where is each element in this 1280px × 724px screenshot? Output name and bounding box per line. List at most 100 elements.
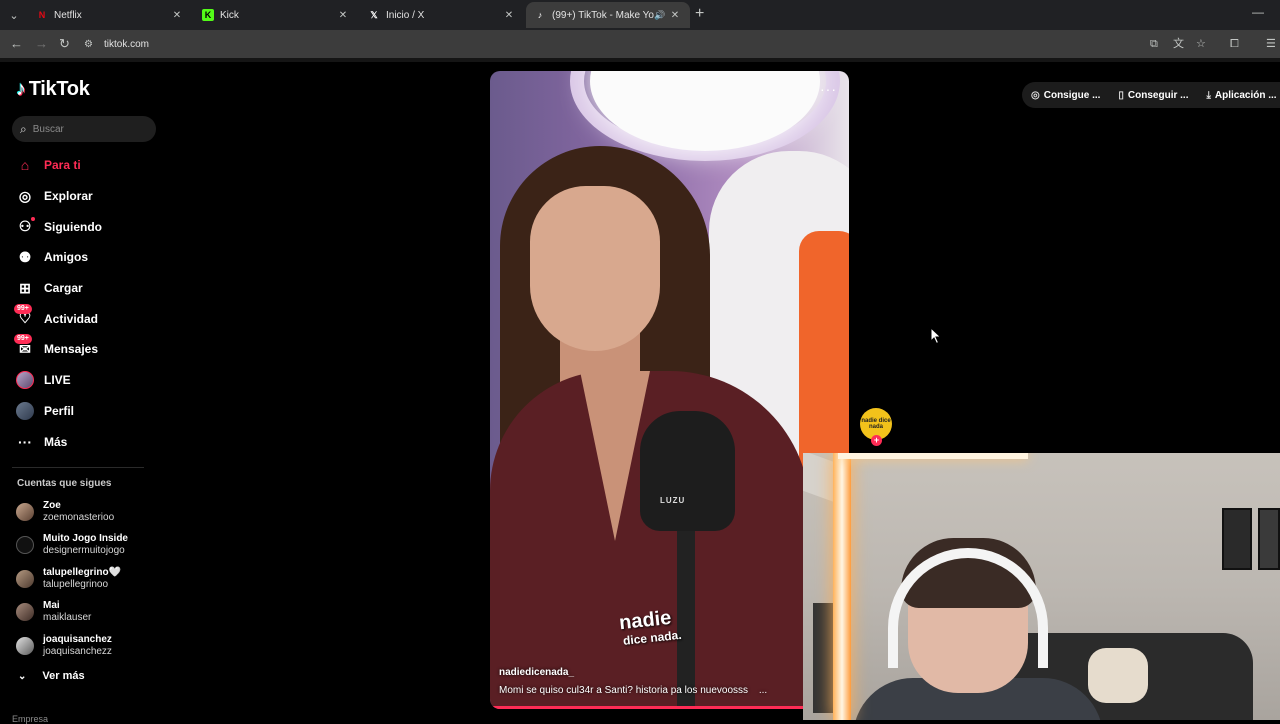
translate-icon[interactable]: 文 bbox=[1173, 37, 1184, 51]
phone-icon: ▯ bbox=[1118, 89, 1124, 101]
toolbar-divider bbox=[0, 58, 1280, 62]
back-icon[interactable]: ← bbox=[10, 36, 23, 52]
account-name: Muito Jogo Inside bbox=[43, 533, 128, 544]
sidebar-item-cargar[interactable]: ⊞ Cargar bbox=[16, 273, 156, 304]
close-icon[interactable]: ✕ bbox=[170, 10, 184, 21]
creator-avatar[interactable]: nadie dice nada + bbox=[860, 408, 892, 446]
video-author[interactable]: nadiedicenada_ bbox=[499, 667, 574, 678]
sidebar-item-para-ti[interactable]: ⌂ Para ti bbox=[16, 150, 156, 181]
close-icon[interactable]: ✕ bbox=[668, 10, 682, 21]
new-tab-icon[interactable]: + bbox=[695, 6, 704, 22]
messages-icon: ✉ 99+ bbox=[14, 334, 34, 358]
search-icon[interactable]: ⌕ bbox=[20, 122, 27, 137]
avatar bbox=[16, 536, 34, 554]
webcam-scene bbox=[1222, 508, 1252, 570]
tab-title: Netflix bbox=[54, 9, 82, 21]
speaker-icon[interactable]: 🔊 bbox=[654, 10, 668, 21]
get-app-button[interactable]: ▯ Conseguir ... bbox=[1109, 90, 1197, 101]
pill-label: Aplicación ... bbox=[1214, 89, 1277, 101]
friends-icon: ⚉ bbox=[18, 248, 32, 265]
menu-icon[interactable]: ☰ bbox=[1266, 37, 1276, 51]
close-icon[interactable]: ✕ bbox=[336, 10, 350, 21]
video-caption[interactable]: Momi se quiso cul34r a Santi? historia p… bbox=[499, 685, 767, 696]
account-username: zoemonasterioo bbox=[43, 512, 115, 523]
sidebar-item-mas[interactable]: ··· Más bbox=[16, 426, 156, 457]
upload-icon: ⊞ bbox=[19, 279, 31, 296]
followed-account[interactable]: joaquisanchez joaquisanchezz bbox=[16, 634, 156, 658]
video-scene bbox=[530, 186, 660, 351]
sidebar-item-actividad[interactable]: ♡ 99+ Actividad bbox=[14, 303, 156, 334]
extensions-icon[interactable]: ⧠ bbox=[1230, 37, 1239, 51]
more-options-icon[interactable]: ··· bbox=[820, 81, 837, 97]
webcam-overlay bbox=[803, 453, 1280, 720]
bookmark-star-icon[interactable]: ☆ bbox=[1196, 37, 1206, 51]
tab-netflix[interactable]: N Netflix ✕ bbox=[28, 2, 192, 28]
sidebar-item-label: Perfil bbox=[44, 403, 75, 418]
caption-more[interactable]: ... bbox=[759, 685, 767, 696]
followed-account[interactable]: Zoe zoemonasterioo bbox=[16, 500, 156, 524]
see-more-button[interactable]: ⌄ Ver más bbox=[18, 670, 85, 682]
download-icon: ⤓ bbox=[1206, 89, 1211, 101]
mic-logo-text: LUZU bbox=[660, 496, 686, 505]
minimize-icon[interactable]: — bbox=[1252, 5, 1264, 19]
sidebar-item-mensajes[interactable]: ✉ 99+ Mensajes bbox=[14, 334, 156, 365]
get-coins-button[interactable]: ◎ Consigue ... bbox=[1022, 90, 1109, 101]
notification-badge: 99+ bbox=[14, 303, 32, 314]
followed-account[interactable]: talupellegrino🤍 talupellegrinoo bbox=[16, 567, 156, 591]
footer-link[interactable]: Empresa bbox=[12, 714, 48, 724]
tab-search-icon[interactable]: ⌄ bbox=[4, 5, 24, 25]
site-info-icon[interactable]: ⚙ bbox=[84, 39, 104, 50]
followed-account[interactable]: Mai maiklauser bbox=[16, 600, 156, 624]
live-icon bbox=[16, 371, 34, 390]
home-icon: ⌂ bbox=[20, 157, 30, 174]
avatar bbox=[16, 570, 34, 588]
sidebar-item-label: Mensajes bbox=[44, 342, 99, 357]
tab-title: Inicio / X bbox=[386, 9, 425, 21]
tiktok-logo[interactable]: ♪ TikTok bbox=[16, 78, 90, 101]
download-app-button[interactable]: ⤓ Aplicación ... bbox=[1197, 90, 1280, 101]
netflix-icon: N bbox=[38, 10, 46, 20]
see-more-label: Ver más bbox=[42, 670, 85, 682]
follow-plus-button[interactable]: + bbox=[871, 435, 882, 446]
tab-kick[interactable]: K Kick ✕ bbox=[194, 2, 358, 28]
tab-tiktok[interactable]: ♪ (99+) TikTok - Make Your Da 🔊 ✕ bbox=[526, 2, 690, 28]
account-name: Zoe bbox=[43, 500, 61, 511]
tab-x[interactable]: 𝕏 Inicio / X ✕ bbox=[360, 2, 524, 28]
url-text: tiktok.com bbox=[104, 38, 150, 50]
account-name: joaquisanchez bbox=[43, 634, 112, 645]
avatar bbox=[16, 603, 34, 621]
account-username: designermuitojogo bbox=[43, 545, 125, 556]
install-app-icon[interactable]: ⧉ bbox=[1150, 37, 1158, 51]
pill-label: Consigue ... bbox=[1043, 89, 1101, 101]
video-progress-bar[interactable] bbox=[490, 706, 849, 709]
account-username: joaquisanchezz bbox=[43, 646, 112, 657]
x-icon: 𝕏 bbox=[370, 9, 378, 20]
sidebar-menu: ⌂ Para ti ◎ Explorar ⚇ Siguiendo ⚉ Amigo… bbox=[14, 150, 156, 457]
sidebar-item-live[interactable]: LIVE bbox=[16, 365, 156, 396]
sidebar-item-perfil[interactable]: Perfil bbox=[16, 396, 156, 427]
reload-icon[interactable]: ↻ bbox=[59, 36, 70, 52]
sidebar-item-label: Siguiendo bbox=[44, 219, 102, 234]
close-icon[interactable]: ✕ bbox=[502, 10, 516, 21]
sidebar-item-explorar[interactable]: ◎ Explorar bbox=[16, 181, 156, 212]
chevron-down-icon: ⌄ bbox=[18, 670, 27, 682]
sidebar-item-siguiendo[interactable]: ⚇ Siguiendo bbox=[16, 211, 156, 242]
search-box[interactable]: ⌕ bbox=[12, 116, 156, 142]
webcam-scene bbox=[833, 453, 851, 720]
video-player[interactable]: LUZU nadie dice nada. ··· nadiedicenada_… bbox=[490, 71, 849, 709]
kick-icon: K bbox=[202, 9, 214, 21]
forward-icon[interactable]: → bbox=[35, 36, 48, 52]
followed-account[interactable]: Muito Jogo Inside designermuitojogo bbox=[16, 533, 156, 557]
webcam-scene bbox=[1088, 648, 1148, 703]
video-watermark: nadie dice nada. bbox=[618, 607, 682, 650]
address-bar[interactable]: ⚙ tiktok.com bbox=[84, 33, 1144, 55]
avatar bbox=[16, 637, 34, 655]
following-icon: ⚇ bbox=[16, 216, 35, 236]
sidebar-item-amigos[interactable]: ⚉ Amigos bbox=[16, 242, 156, 273]
more-icon: ··· bbox=[18, 433, 32, 450]
webcam-scene bbox=[1258, 508, 1280, 570]
account-name: talupellegrino🤍 bbox=[43, 567, 122, 578]
tiktok-icon: ♪ bbox=[537, 10, 543, 20]
search-input[interactable] bbox=[32, 123, 133, 135]
pill-label: Conseguir ... bbox=[1127, 89, 1189, 101]
